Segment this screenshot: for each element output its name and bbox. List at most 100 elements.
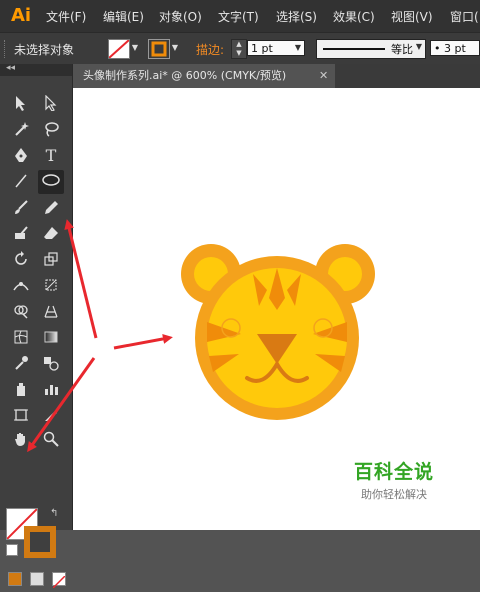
shape-builder-icon	[14, 305, 28, 319]
pencil-tool[interactable]	[38, 196, 64, 220]
default-colors-icon[interactable]	[6, 544, 18, 556]
blob-brush-icon	[15, 226, 28, 239]
menu-window[interactable]: 窗口(	[450, 8, 479, 25]
menu-edit[interactable]: 编辑(E)	[103, 8, 144, 25]
document-title: 头像制作系列.ai* @ 600% (CMYK/预览)	[83, 69, 287, 82]
menu-effect[interactable]: 效果(C)	[333, 8, 375, 25]
perspective-grid-icon	[44, 305, 58, 318]
line-profile-preview	[323, 48, 385, 50]
tiger-face-artwork[interactable]	[177, 238, 377, 420]
free-transform-tool[interactable]	[38, 274, 64, 298]
chevron-down-icon[interactable]: ▼	[292, 39, 304, 57]
magnifier-icon	[43, 431, 59, 447]
paintbrush-tool[interactable]	[8, 196, 34, 220]
pen-nib-icon	[15, 148, 27, 162]
symbol-sprayer-tool[interactable]	[8, 378, 34, 402]
perspective-grid-tool[interactable]	[38, 300, 64, 324]
rotate-icon	[15, 251, 27, 265]
menu-type[interactable]: 文字(T)	[218, 8, 259, 25]
hand-icon	[15, 433, 25, 446]
zoom-tool[interactable]	[38, 428, 64, 452]
eraser-icon	[44, 227, 58, 239]
width-tool[interactable]	[8, 274, 34, 298]
type-tool[interactable]: T	[38, 144, 64, 168]
artboard-icon	[14, 409, 28, 421]
direct-selection-tool[interactable]	[38, 92, 64, 116]
close-icon[interactable]: ✕	[319, 64, 328, 88]
paintbrush-icon	[15, 200, 28, 214]
lasso-tool[interactable]	[38, 118, 64, 142]
slice-tool[interactable]	[38, 404, 64, 428]
slice-knife-icon	[45, 411, 57, 421]
scale-icon	[44, 252, 58, 266]
artboard-canvas[interactable]: 百科全说 助你轻松解决	[73, 88, 480, 530]
magic-wand-icon	[15, 122, 29, 136]
rotate-tool[interactable]	[8, 248, 34, 272]
eyedropper-icon	[15, 356, 28, 370]
fill-swatch-dropdown[interactable]	[108, 39, 130, 59]
menu-bar: Ai 文件(F) 编辑(E) 对象(O) 文字(T) 选择(S) 效果(C) 视…	[0, 0, 480, 32]
tools-panel-header[interactable]: ◂◂	[0, 63, 72, 76]
chevron-down-icon: ▼	[415, 42, 422, 51]
stroke-color-swatch[interactable]	[24, 526, 56, 558]
grip-handle[interactable]	[4, 40, 8, 58]
none-swatch-icon	[108, 39, 130, 59]
menu-object[interactable]: 对象(O)	[159, 8, 202, 25]
mesh-icon	[14, 330, 28, 344]
magic-wand-tool[interactable]	[8, 118, 34, 142]
gradient-icon	[44, 331, 58, 343]
menu-file[interactable]: 文件(F)	[46, 8, 86, 25]
document-tab[interactable]: 头像制作系列.ai* @ 600% (CMYK/预览) ✕	[73, 64, 335, 88]
selection-status: 未选择对象	[14, 43, 75, 57]
symbol-sprayer-icon	[17, 383, 25, 396]
blend-tool[interactable]	[38, 352, 64, 376]
color-mode-button[interactable]	[8, 572, 22, 586]
watermark-subtitle: 助你轻松解决	[361, 488, 427, 501]
watermark-title: 百科全说	[353, 461, 434, 483]
profile-label: 等比	[391, 43, 413, 56]
stroke-label[interactable]: 描边:	[196, 41, 224, 58]
scale-tool[interactable]	[38, 248, 64, 272]
collapse-icon[interactable]: ◂◂	[6, 63, 15, 73]
gradient-tool[interactable]	[38, 326, 64, 350]
hand-tool[interactable]	[8, 428, 34, 452]
menu-view[interactable]: 视图(V)	[391, 8, 433, 25]
line-segment-tool[interactable]	[8, 170, 34, 194]
stepper-up-icon[interactable]: ▲	[232, 40, 246, 49]
ellipse-icon	[42, 174, 60, 186]
gradient-mode-button[interactable]	[30, 572, 44, 586]
none-mode-button[interactable]	[52, 572, 66, 589]
ellipse-tool[interactable]	[38, 170, 64, 194]
watermark: 百科全说 助你轻松解决	[349, 457, 439, 502]
control-bar: 未选择对象 ▼ ▼ 描边: ▲ ▼ 1 pt ▼ 等比 ▼ • 3 pt	[0, 32, 480, 66]
width-tool-icon	[13, 282, 29, 291]
arrow-cursor-icon	[16, 96, 25, 111]
stroke-weight-stepper[interactable]: ▲ ▼	[231, 39, 247, 59]
eyedropper-tool[interactable]	[8, 352, 34, 376]
pen-tool[interactable]	[8, 144, 34, 168]
blob-brush-tool[interactable]	[8, 222, 34, 246]
app-logo: Ai	[10, 5, 32, 26]
tools-panel: ◂◂ T ↰	[0, 63, 73, 589]
chevron-down-icon[interactable]: ▼	[169, 39, 181, 57]
variable-width-profile[interactable]: 等比 ▼	[316, 39, 426, 59]
selection-tool[interactable]	[8, 92, 34, 116]
column-graph-tool[interactable]	[38, 378, 64, 402]
lasso-icon	[45, 122, 59, 137]
shape-builder-tool[interactable]	[8, 300, 34, 324]
stroke-swatch-icon	[151, 41, 167, 57]
menu-select[interactable]: 选择(S)	[276, 8, 317, 25]
stroke-swatch-dropdown[interactable]	[148, 39, 170, 59]
eraser-tool[interactable]	[38, 222, 64, 246]
chevron-down-icon[interactable]: ▼	[129, 39, 141, 57]
mesh-tool[interactable]	[8, 326, 34, 350]
artboard-tool[interactable]	[8, 404, 34, 428]
hollow-arrow-icon	[45, 95, 57, 111]
none-slash-icon	[52, 575, 66, 589]
blend-icon	[44, 357, 59, 371]
column-graph-icon	[45, 385, 58, 395]
pencil-icon	[45, 201, 58, 214]
stepper-down-icon[interactable]: ▼	[232, 49, 246, 58]
brush-size-field[interactable]: • 3 pt	[430, 40, 480, 56]
swap-colors-icon[interactable]: ↰	[50, 508, 58, 519]
